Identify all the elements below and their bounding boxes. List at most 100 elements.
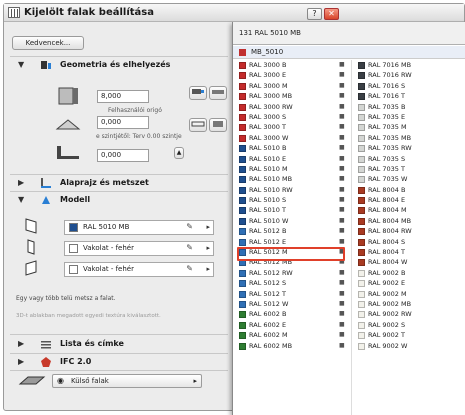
material-swatch xyxy=(239,342,246,350)
material-item[interactable]: RAL 8004 M xyxy=(352,205,465,215)
material-item[interactable]: RAL 7035 B xyxy=(352,102,465,112)
material-item[interactable]: RAL 5010 W ■ xyxy=(233,216,351,226)
material-item[interactable]: RAL 5012 RW ■ xyxy=(233,268,351,278)
material-item[interactable]: RAL 5010 T ■ xyxy=(233,205,351,215)
material-item[interactable]: RAL 7016 T xyxy=(352,91,465,101)
model-section-header[interactable]: ▼ Modell xyxy=(10,193,228,208)
floorplan-section-header[interactable]: ▶ Alaprajz és metszet xyxy=(10,176,228,191)
expand-triangle-icon[interactable]: ▶ xyxy=(18,339,24,348)
wall-base-height-field[interactable]: 0,000 xyxy=(97,149,149,162)
material-item[interactable]: RAL 6002 M ■ xyxy=(233,330,351,340)
material-item[interactable]: RAL 9002 S xyxy=(352,320,465,330)
material-row-1[interactable]: RAL 5010 MB ✎ ▸ xyxy=(64,220,214,235)
collapse-triangle-icon[interactable]: ▼ xyxy=(18,60,24,69)
selection-swatch xyxy=(239,49,246,56)
list-section-header[interactable]: ▶ Lista és címke xyxy=(10,337,228,352)
material-label: Vakolat - fehér xyxy=(83,265,134,273)
material-item[interactable]: RAL 5010 M ■ xyxy=(233,164,351,174)
material-item[interactable]: RAL 7035 RW xyxy=(352,143,465,153)
expand-triangle-icon[interactable]: ▶ xyxy=(18,178,24,187)
material-item[interactable]: RAL 3000 MB ■ xyxy=(233,91,351,101)
reference-line-button[interactable] xyxy=(189,86,207,100)
current-selection: MB_5010 xyxy=(233,46,465,59)
profile-button[interactable] xyxy=(209,118,227,132)
ifc-section-header[interactable]: ▶ IFC 2.0 xyxy=(10,355,228,370)
material-item[interactable]: RAL 5012 W ■ xyxy=(233,299,351,309)
material-row-3[interactable]: Vakolat - fehér ✎ ▸ xyxy=(64,262,214,277)
material-item[interactable]: RAL 3000 E ■ xyxy=(233,70,351,80)
flip-button[interactable] xyxy=(209,86,227,100)
material-item[interactable]: RAL 6002 E ■ xyxy=(233,320,351,330)
material-swatch xyxy=(239,269,246,277)
material-item[interactable]: RAL 6002 MB ■ xyxy=(233,341,351,351)
material-item-label: RAL 7016 RW xyxy=(368,71,412,80)
title-bar[interactable]: Kijelölt falak beállítása ? ✕ xyxy=(4,4,464,22)
material-item[interactable]: RAL 7035 MB xyxy=(352,133,465,143)
material-item[interactable]: RAL 9002 W xyxy=(352,341,465,351)
help-button[interactable]: ? xyxy=(307,8,322,20)
dropdown-arrow-icon[interactable]: ▸ xyxy=(206,223,210,231)
material-item[interactable]: RAL 5010 B ■ xyxy=(233,143,351,153)
material-item[interactable]: RAL 8004 T xyxy=(352,247,465,257)
material-item[interactable]: RAL 9002 E xyxy=(352,278,465,288)
wall-offset-field[interactable]: 0,000 xyxy=(97,116,149,129)
material-item[interactable]: RAL 5010 MB ■ xyxy=(233,174,351,184)
material-item[interactable]: RAL 5010 RW ■ xyxy=(233,185,351,195)
material-swatch xyxy=(239,165,246,173)
material-item[interactable]: RAL 5012 T ■ xyxy=(233,289,351,299)
material-item[interactable]: RAL 6002 B ■ xyxy=(233,309,351,319)
material-item[interactable]: RAL 8004 W xyxy=(352,257,465,267)
material-item[interactable]: RAL 9002 B xyxy=(352,268,465,278)
material-item[interactable]: RAL 8004 RW xyxy=(352,226,465,236)
texture-icon: ■ xyxy=(339,81,345,89)
material-item-label: RAL 9002 M xyxy=(368,289,407,298)
material-item[interactable]: RAL 7035 S xyxy=(352,154,465,164)
material-item[interactable]: RAL 3000 W ■ xyxy=(233,133,351,143)
texture-icon: ■ xyxy=(339,185,345,193)
material-swatch xyxy=(239,207,246,215)
material-item[interactable]: RAL 7016 MB xyxy=(352,60,465,70)
material-item[interactable]: RAL 3000 RW ■ xyxy=(233,102,351,112)
material-item[interactable]: RAL 9002 MB xyxy=(352,299,465,309)
material-item[interactable]: RAL 5010 S ■ xyxy=(233,195,351,205)
material-item[interactable]: RAL 9002 M xyxy=(352,289,465,299)
material-item[interactable]: RAL 3000 M ■ xyxy=(233,81,351,91)
dropdown-arrow-icon[interactable]: ▸ xyxy=(206,244,210,252)
material-item[interactable]: RAL 7035 T xyxy=(352,164,465,174)
material-item[interactable]: RAL 7035 E xyxy=(352,112,465,122)
model-section-label: Modell xyxy=(60,195,91,204)
material-item[interactable]: RAL 7035 M xyxy=(352,122,465,132)
material-row-2[interactable]: Vakolat - fehér ✎ ▸ xyxy=(64,241,214,256)
material-item-label: RAL 3000 M xyxy=(249,81,288,90)
material-item[interactable]: RAL 7016 RW xyxy=(352,70,465,80)
slant-button[interactable] xyxy=(189,118,207,132)
collapse-triangle-icon[interactable]: ▼ xyxy=(18,195,24,204)
geometry-section-header[interactable]: ▼ Geometria és elhelyezés xyxy=(10,58,228,73)
material-item[interactable]: RAL 8004 MB xyxy=(352,216,465,226)
favorites-button[interactable]: Kedvencek... xyxy=(12,36,84,50)
material-item[interactable]: RAL 7016 S xyxy=(352,81,465,91)
dropdown-arrow-icon[interactable]: ▸ xyxy=(206,265,210,273)
material-item[interactable]: RAL 5012 B ■ xyxy=(233,226,351,236)
texture-icon: ■ xyxy=(339,154,345,162)
material-item[interactable]: RAL 5012 S ■ xyxy=(233,278,351,288)
material-swatch xyxy=(358,228,365,236)
base-stepper[interactable]: ▲ xyxy=(174,147,184,159)
wall-thickness-field[interactable]: 8,000 xyxy=(97,90,149,103)
expand-triangle-icon[interactable]: ▶ xyxy=(18,357,24,366)
material-item[interactable]: RAL 3000 T ■ xyxy=(233,122,351,132)
material-item[interactable]: RAL 3000 S ■ xyxy=(233,112,351,122)
material-item[interactable]: RAL 5012 E ■ xyxy=(233,237,351,247)
close-button[interactable]: ✕ xyxy=(324,8,339,20)
material-item[interactable]: RAL 9002 RW xyxy=(352,309,465,319)
list-section-label: Lista és címke xyxy=(60,339,124,348)
material-swatch xyxy=(358,93,365,101)
material-item[interactable]: RAL 3000 B ■ xyxy=(233,60,351,70)
material-item[interactable]: RAL 7035 W xyxy=(352,174,465,184)
material-item[interactable]: RAL 5010 E ■ xyxy=(233,154,351,164)
layer-dropdown[interactable]: ◉ Külső falak ▸ xyxy=(52,374,202,388)
material-item[interactable]: RAL 8004 B xyxy=(352,185,465,195)
material-item[interactable]: RAL 8004 S xyxy=(352,237,465,247)
material-item[interactable]: RAL 9002 T xyxy=(352,330,465,340)
material-item[interactable]: RAL 8004 E xyxy=(352,195,465,205)
